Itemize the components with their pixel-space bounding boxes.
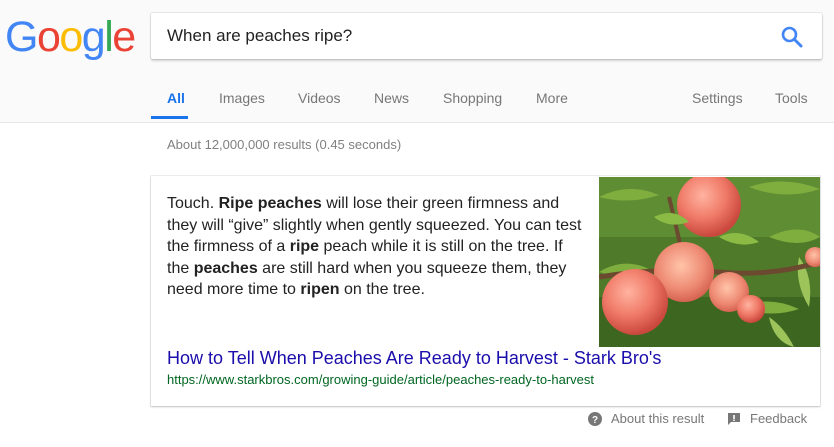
logo-letter: e xyxy=(112,13,136,61)
search-icon xyxy=(781,26,803,48)
snippet-highlight: ripen xyxy=(300,281,340,298)
active-tab-indicator xyxy=(151,116,188,119)
logo-letter: g xyxy=(81,13,106,61)
google-logo[interactable]: Google xyxy=(5,12,136,62)
tab-videos[interactable]: Videos xyxy=(298,90,341,106)
snippet-highlight: peaches xyxy=(193,259,258,277)
search-button[interactable] xyxy=(780,25,804,49)
result-stats: About 12,000,000 results (0.45 seconds) xyxy=(167,137,402,152)
tab-settings[interactable]: Settings xyxy=(692,90,743,106)
snippet-highlight: ripe xyxy=(289,238,320,255)
tab-images[interactable]: Images xyxy=(219,90,265,106)
logo-letter: o xyxy=(59,13,83,61)
featured-snippet: Touch. Ripe peaches will lose their gree… xyxy=(151,176,820,406)
tab-more[interactable]: More xyxy=(536,90,568,106)
search-input[interactable] xyxy=(167,13,767,59)
tab-all[interactable]: All xyxy=(167,90,185,106)
peach-tree-image[interactable] xyxy=(599,177,820,347)
snippet-text: Touch. Ripe peaches will lose their gree… xyxy=(167,193,587,301)
search-tabs: All Images Videos News Shopping More Set… xyxy=(0,78,834,122)
about-result-label: About this result xyxy=(611,411,705,426)
logo-letter: G xyxy=(5,13,38,61)
help-circle-icon: ? xyxy=(588,411,602,426)
snippet-highlight: Ripe peaches xyxy=(218,195,322,212)
snippet-segment: Touch. xyxy=(167,195,219,212)
result-url[interactable]: https://www.starkbros.com/growing-guide/… xyxy=(167,372,594,387)
tab-shopping[interactable]: Shopping xyxy=(443,90,502,106)
svg-text:?: ? xyxy=(592,415,598,426)
peach-photo xyxy=(599,177,820,347)
feedback-icon xyxy=(728,412,740,425)
tab-news[interactable]: News xyxy=(374,90,409,106)
about-result-link[interactable]: ? About this result xyxy=(588,411,704,426)
result-title-link[interactable]: How to Tell When Peaches Are Ready to Ha… xyxy=(167,348,661,369)
search-box xyxy=(151,13,822,59)
logo-letter: o xyxy=(36,13,61,61)
logo-letter: l xyxy=(104,13,114,61)
snippet-segment: on the tree. xyxy=(339,281,425,298)
feedback-link[interactable]: Feedback xyxy=(727,411,807,426)
header: Google All Images Videos News Shopping M… xyxy=(0,0,834,123)
tab-tools[interactable]: Tools xyxy=(775,90,808,106)
feedback-label: Feedback xyxy=(750,411,808,426)
